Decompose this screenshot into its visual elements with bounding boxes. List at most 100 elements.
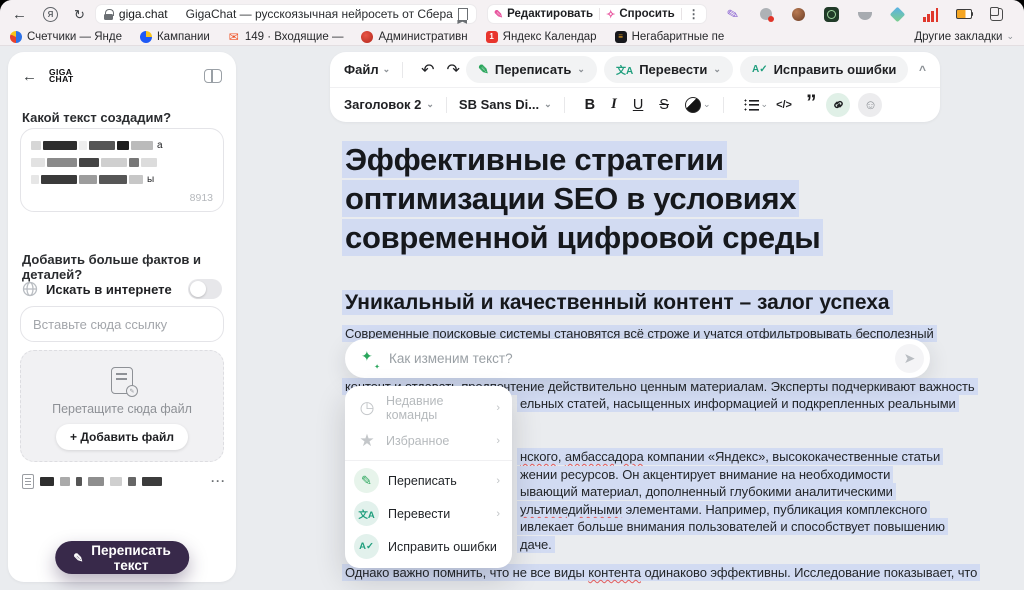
chevron-down-icon: ⌄ xyxy=(426,99,434,110)
battery-extension-icon[interactable] xyxy=(956,6,972,22)
bowl-extension-icon[interactable] xyxy=(857,6,873,22)
pen-icon: ✎ xyxy=(478,62,489,78)
sidebar: ← GIGACHAT Какой текст создадим? а ы 891… xyxy=(8,52,236,582)
bookmark-item[interactable]: Административн xyxy=(361,31,467,43)
cube-extension-icon[interactable] xyxy=(890,6,906,22)
bookmark-item[interactable]: 1Яндекс Календар xyxy=(486,31,597,43)
undo-icon[interactable]: ↶ xyxy=(421,60,434,80)
other-bookmarks-button[interactable]: Другие закладки⌄ xyxy=(914,31,1014,43)
back-button-icon[interactable] xyxy=(12,7,27,22)
collapse-panel-icon[interactable] xyxy=(204,69,222,83)
strikethrough-button[interactable]: S xyxy=(659,97,669,113)
chevron-down-icon: ⌄ xyxy=(761,99,769,110)
menu-item[interactable]: ◷Недавние команды› xyxy=(345,391,512,424)
context-menu: ◷Недавние команды›★Избранное›✎Переписать… xyxy=(345,386,512,568)
prompt-textarea[interactable]: а ы 8913 xyxy=(20,128,224,212)
font-select[interactable]: SB Sans Di...⌄ xyxy=(459,97,552,112)
rewrite-action-button[interactable]: ✎Переписать⌄ xyxy=(466,56,597,83)
reload-icon[interactable] xyxy=(74,7,85,22)
menu-item[interactable]: A✓Исправить ошибки xyxy=(345,530,512,563)
add-file-button[interactable]: + Добавить файл xyxy=(56,424,188,450)
collapse-toolbar-icon[interactable]: ^ xyxy=(919,63,926,77)
edit-icon: ✎ xyxy=(494,8,503,21)
menu-item-label: Перевести xyxy=(388,507,450,521)
bar-chart-extension-icon[interactable] xyxy=(923,6,939,22)
rewrite-text-button[interactable]: ✎ Переписать текст xyxy=(55,541,189,574)
recorder-extension-icon[interactable] xyxy=(758,6,774,22)
redo-icon[interactable]: ↷ xyxy=(447,60,460,80)
link-icon xyxy=(832,98,845,111)
italic-button[interactable]: I xyxy=(611,96,617,113)
bookmark-flag-icon[interactable] xyxy=(458,8,468,20)
list-button[interactable] xyxy=(744,99,759,111)
prompt-char: а xyxy=(157,140,163,151)
bookmark-item[interactable]: Счетчики — Янде xyxy=(10,31,122,43)
menu-item[interactable]: ★Избранное› xyxy=(345,424,512,457)
bookmark-item[interactable]: Кампании xyxy=(140,31,210,43)
chevron-down-icon: ⌄ xyxy=(383,64,391,75)
command-bar: ➤ xyxy=(345,339,930,378)
menu-item-label: Недавние команды xyxy=(386,394,487,422)
bookmark-item[interactable]: ✉149 · Входящие — xyxy=(228,31,344,43)
send-button[interactable]: ➤ xyxy=(895,344,924,373)
edit-button[interactable]: ✎Редактировать xyxy=(494,8,593,21)
browser-toolbar: Я giga.chat GigaChat — русскоязычная ней… xyxy=(0,0,1024,28)
bookmark-label: Кампании xyxy=(157,31,210,43)
command-input[interactable] xyxy=(389,351,895,366)
file-menu[interactable]: Файл⌄ xyxy=(344,62,390,77)
lock-icon xyxy=(104,9,113,20)
text-color-button[interactable] xyxy=(685,97,701,113)
chevron-down-icon: ⌄ xyxy=(703,99,711,110)
bookmark-label: Негабаритные пе xyxy=(632,31,725,43)
browser-window: Я giga.chat GigaChat — русскоязычная ней… xyxy=(0,0,1024,590)
sidebar-back-icon[interactable]: ← xyxy=(22,68,37,85)
ask-button[interactable]: ✧Спросить xyxy=(606,8,675,21)
menu-item-label: Переписать xyxy=(388,474,457,488)
file-icon xyxy=(22,474,34,489)
file-dropzone[interactable]: ✎ Перетащите сюда файл + Добавить файл xyxy=(20,350,224,462)
yandex-browser-icon[interactable]: Я xyxy=(43,7,58,22)
chevron-down-icon: ⌄ xyxy=(713,64,721,75)
market-bookmark-icon: ≡ xyxy=(615,31,627,43)
underline-button[interactable]: U xyxy=(633,97,643,113)
bookmark-item[interactable]: ≡ Негабаритные пе xyxy=(615,31,725,43)
code-button[interactable]: </> xyxy=(776,99,792,111)
document-h2[interactable]: Уникальный и качественный контент – зало… xyxy=(345,288,893,318)
ask-icon: ✧ xyxy=(606,8,615,21)
tabs-extension-icon[interactable] xyxy=(989,6,1005,22)
menu-item-label: Избранное xyxy=(386,434,449,448)
star-icon: ★ xyxy=(357,431,377,451)
quote-button[interactable]: ” xyxy=(806,98,817,112)
search-internet-toggle[interactable] xyxy=(188,279,222,299)
fix-errors-action-button[interactable]: A✓Исправить ошибки xyxy=(740,56,908,83)
bookmark-label: Яндекс Календар xyxy=(503,31,597,43)
bookmark-label: Счетчики — Янде xyxy=(27,31,122,43)
more-options-icon[interactable]: ⋮ xyxy=(688,7,700,21)
page-title: GigaChat — русскоязычная нейросеть от Сб… xyxy=(186,7,453,21)
menu-item[interactable]: 文AПеревести› xyxy=(345,497,512,530)
ball-extension-icon[interactable] xyxy=(791,6,807,22)
bold-button[interactable]: B xyxy=(585,97,595,113)
magic-pen-icon: ✎ xyxy=(73,551,83,565)
file-menu-icon[interactable]: ··· xyxy=(211,474,226,488)
translate-action-button[interactable]: 文AПеревести⌄ xyxy=(604,56,733,83)
page-content: ← GIGACHAT Какой текст создадим? а ы 891… xyxy=(0,46,1024,590)
address-bar[interactable]: giga.chat GigaChat — русскоязычная нейро… xyxy=(95,4,477,24)
search-internet-label: Искать в интернете xyxy=(46,282,172,297)
bookmark-label: Административн xyxy=(378,31,467,43)
emoji-button[interactable]: ☺ xyxy=(858,93,882,117)
attached-file-row[interactable]: ··· xyxy=(22,472,226,490)
bookmarks-bar: Счетчики — Янде Кампании ✉149 · Входящие —… xyxy=(0,28,1024,46)
document-h1[interactable]: Эффективные стратегии оптимизации SEO в … xyxy=(345,140,823,257)
paragraph-style-select[interactable]: Заголовок 2⌄ xyxy=(344,97,434,112)
dropzone-label: Перетащите сюда файл xyxy=(52,402,192,416)
link-input[interactable] xyxy=(20,306,224,342)
extensions-row: ↓ xyxy=(725,6,1024,22)
document-upload-icon: ✎ xyxy=(111,367,133,394)
prompt-label: Какой текст создадим? xyxy=(22,110,171,125)
menu-item[interactable]: ✎Переписать› xyxy=(345,464,512,497)
sparkle-icon xyxy=(361,350,379,368)
pen-extension-icon[interactable] xyxy=(725,6,741,22)
green-app-extension-icon[interactable] xyxy=(824,6,840,22)
link-button[interactable] xyxy=(826,93,850,117)
